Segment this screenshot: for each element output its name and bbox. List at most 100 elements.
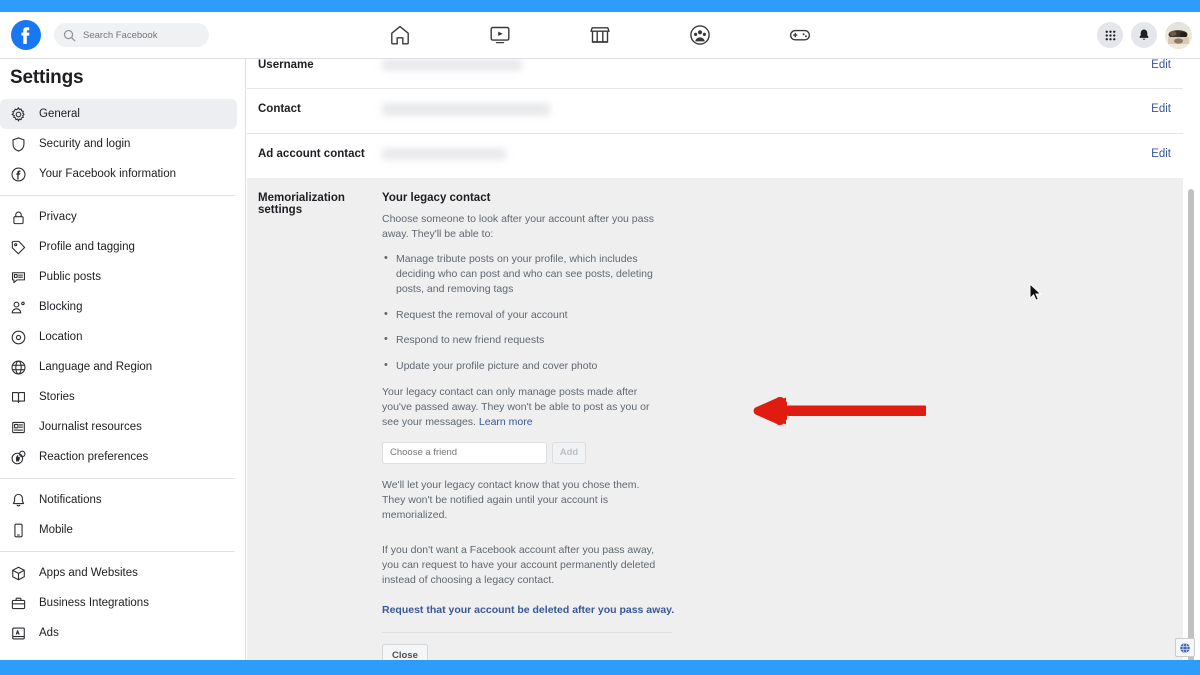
- panel-divider: [382, 632, 672, 634]
- legacy-contact-intro: Choose someone to look after your accoun…: [382, 213, 654, 240]
- sidebar-item-label: Notifications: [39, 494, 102, 506]
- mouse-cursor: [1029, 282, 1043, 302]
- sidebar-group-privacy: Privacy Profile and tagging Public posts…: [0, 202, 245, 472]
- row-label: Username: [258, 59, 314, 71]
- gaming-icon[interactable]: [788, 23, 812, 47]
- edit-link[interactable]: Edit: [1123, 59, 1183, 71]
- edit-link[interactable]: Edit: [1123, 148, 1183, 160]
- page-title: Settings: [10, 67, 84, 88]
- home-icon[interactable]: [388, 23, 412, 47]
- sidebar-item-apps-and-websites[interactable]: Apps and Websites: [0, 558, 237, 588]
- ads-monitor-icon: [10, 625, 27, 642]
- sidebar-item-label: Privacy: [39, 211, 77, 223]
- sidebar-item-public-posts[interactable]: Public posts: [0, 262, 237, 292]
- add-legacy-contact-button[interactable]: Add: [552, 441, 586, 464]
- redacted-value: [382, 148, 506, 160]
- list-item: Manage tribute posts on your profile, wh…: [382, 251, 672, 297]
- sidebar-item-notifications[interactable]: Notifications: [0, 485, 237, 515]
- sidebar-item-label: Journalist resources: [39, 421, 142, 433]
- row-value-redacted: [382, 148, 1123, 164]
- list-item: Request the removal of your account: [382, 307, 672, 323]
- translate-globe-icon[interactable]: [1175, 638, 1195, 657]
- sidebar-item-mobile[interactable]: Mobile: [0, 515, 237, 545]
- list-item: Respond to new friend requests: [382, 332, 672, 348]
- sidebar-item-label: Language and Region: [39, 361, 153, 373]
- menu-grid-icon[interactable]: [1097, 22, 1123, 48]
- sidebar-item-label: Your Facebook information: [39, 168, 177, 180]
- edit-link[interactable]: Edit: [1123, 103, 1183, 115]
- sidebar-item-label: Profile and tagging: [39, 241, 135, 253]
- notifications-bell-icon[interactable]: [1131, 22, 1157, 48]
- avatar[interactable]: [1165, 21, 1192, 49]
- lock-icon: [10, 209, 27, 226]
- news-icon: [10, 419, 27, 436]
- watch-icon[interactable]: [488, 23, 512, 47]
- browser-chrome-top: [0, 0, 1200, 12]
- sidebar-item-ads[interactable]: Ads: [0, 618, 237, 648]
- sidebar-item-label: Business Integrations: [39, 597, 149, 609]
- sidebar-group-apps: Apps and Websites Business Integrations: [0, 558, 245, 648]
- briefcase-icon: [10, 595, 27, 612]
- table-row: Ad account contact Edit: [247, 134, 1183, 178]
- sidebar-item-location[interactable]: Location: [0, 322, 237, 352]
- sidebar-item-language-and-region[interactable]: Language and Region: [0, 352, 237, 382]
- search-input[interactable]: Search Facebook: [83, 30, 157, 41]
- sidebar-item-label: Security and login: [39, 138, 131, 150]
- legacy-contact-heading: Your legacy contact: [382, 192, 491, 204]
- screen-root: Search Facebook Settings General Securit…: [0, 0, 1200, 675]
- sidebar-item-privacy[interactable]: Privacy: [0, 202, 237, 232]
- mobile-phone-icon: [10, 522, 27, 539]
- search-icon: [63, 29, 76, 42]
- block-user-icon: [10, 299, 27, 316]
- choose-friend-row: Add: [382, 441, 1163, 464]
- choose-friend-input[interactable]: [382, 441, 547, 464]
- table-row: Contact Edit: [247, 89, 1183, 134]
- groups-icon[interactable]: [688, 23, 712, 47]
- row-value-redacted: [382, 59, 1123, 75]
- sidebar-item-general[interactable]: General: [0, 99, 237, 129]
- facebook-logo[interactable]: [6, 15, 46, 55]
- redacted-value: [382, 103, 550, 116]
- sidebar-item-label: Mobile: [39, 524, 73, 536]
- facebook-circle-icon: [10, 166, 27, 183]
- sidebar-item-blocking[interactable]: Blocking: [0, 292, 237, 322]
- sidebar-item-label: Blocking: [39, 301, 83, 313]
- row-label: Ad account contact: [258, 148, 365, 160]
- request-account-deletion-link[interactable]: Request that your account be deleted aft…: [382, 604, 674, 616]
- sidebar-item-profile-and-tagging[interactable]: Profile and tagging: [0, 232, 237, 262]
- globe-icon: [10, 359, 27, 376]
- row-label: Contact: [258, 103, 301, 115]
- sidebar-item-stories[interactable]: Stories: [0, 382, 237, 412]
- sidebar-group-account: General Security and login Your Facebook…: [0, 99, 245, 189]
- vertical-scrollbar[interactable]: [1188, 59, 1197, 669]
- close-button[interactable]: Close: [382, 644, 428, 660]
- row-value-redacted: [382, 103, 1123, 119]
- legacy-contact-capability-list: Manage tribute posts on your profile, wh…: [382, 251, 672, 374]
- tag-icon: [10, 239, 27, 256]
- sidebar-item-reaction-preferences[interactable]: Reaction preferences: [0, 442, 237, 472]
- sidebar-item-your-facebook-information[interactable]: Your Facebook information: [0, 159, 237, 189]
- marketplace-icon[interactable]: [588, 23, 612, 47]
- sidebar-divider: [0, 478, 235, 479]
- location-pin-icon: [10, 329, 27, 346]
- sidebar-item-label: General: [39, 108, 80, 120]
- memorialization-settings-panel: Memorialization settings Your legacy con…: [247, 178, 1183, 660]
- gear-icon: [10, 106, 27, 123]
- sidebar-item-security-and-login[interactable]: Security and login: [0, 129, 237, 159]
- sidebar-item-journalist-resources[interactable]: Journalist resources: [0, 412, 237, 442]
- search-bar[interactable]: Search Facebook: [54, 23, 209, 47]
- settings-sidebar: Settings General Security and login Your…: [0, 59, 246, 660]
- table-row: Username Edit: [247, 59, 1183, 89]
- sidebar-item-label: Reaction preferences: [39, 451, 149, 463]
- sidebar-item-label: Ads: [39, 627, 59, 639]
- learn-more-link[interactable]: Learn more: [479, 416, 533, 428]
- sidebar-divider: [0, 551, 235, 552]
- browser-chrome-bottom: [0, 660, 1200, 675]
- legacy-contact-notify-text: We'll let your legacy contact know that …: [382, 478, 640, 521]
- nav-right-icons: [1097, 12, 1192, 58]
- sidebar-item-business-integrations[interactable]: Business Integrations: [0, 588, 237, 618]
- redacted-value: [382, 59, 522, 71]
- scrollbar-thumb[interactable]: [1188, 189, 1194, 669]
- legacy-contact-note: Your legacy contact can only manage post…: [382, 385, 665, 430]
- settings-main-content: Username Edit Contact Edit Ad account co…: [247, 59, 1193, 660]
